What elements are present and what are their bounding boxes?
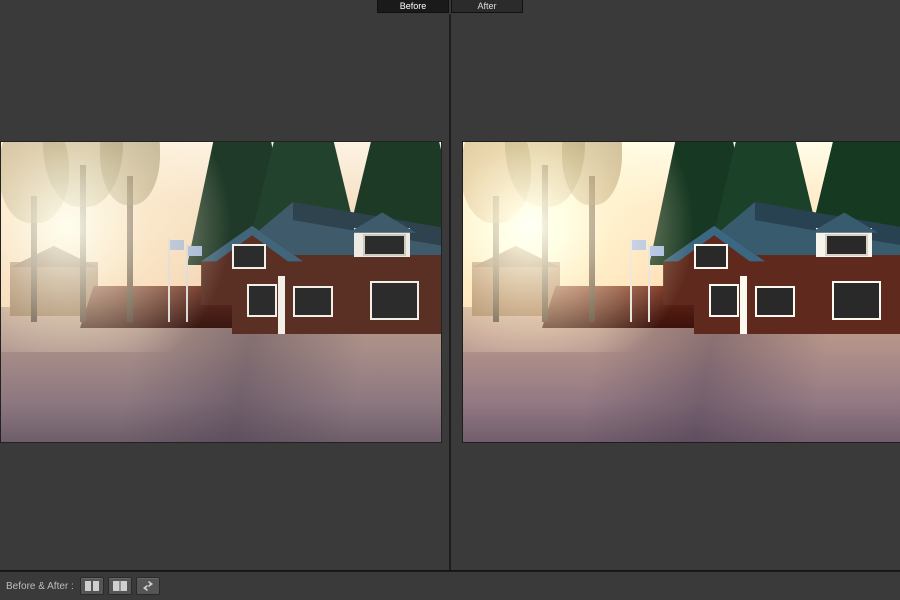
pane-divider[interactable] xyxy=(449,14,451,570)
split-view-icon xyxy=(113,581,127,591)
tab-before[interactable]: Before xyxy=(377,0,449,13)
before-pane xyxy=(0,14,452,570)
before-after-label: Before & After : xyxy=(6,581,74,592)
after-pane xyxy=(452,14,900,570)
after-image[interactable] xyxy=(462,141,900,443)
tab-after[interactable]: After xyxy=(451,0,523,13)
swap-before-after-button[interactable] xyxy=(136,577,160,595)
bottom-toolbar: Before & After : xyxy=(0,571,900,600)
split-view-button[interactable] xyxy=(108,577,132,595)
side-by-side-icon xyxy=(85,581,99,591)
before-image[interactable] xyxy=(0,141,442,443)
swap-icon xyxy=(141,581,155,591)
side-by-side-button[interactable] xyxy=(80,577,104,595)
compare-tabs: Before After xyxy=(0,0,900,14)
